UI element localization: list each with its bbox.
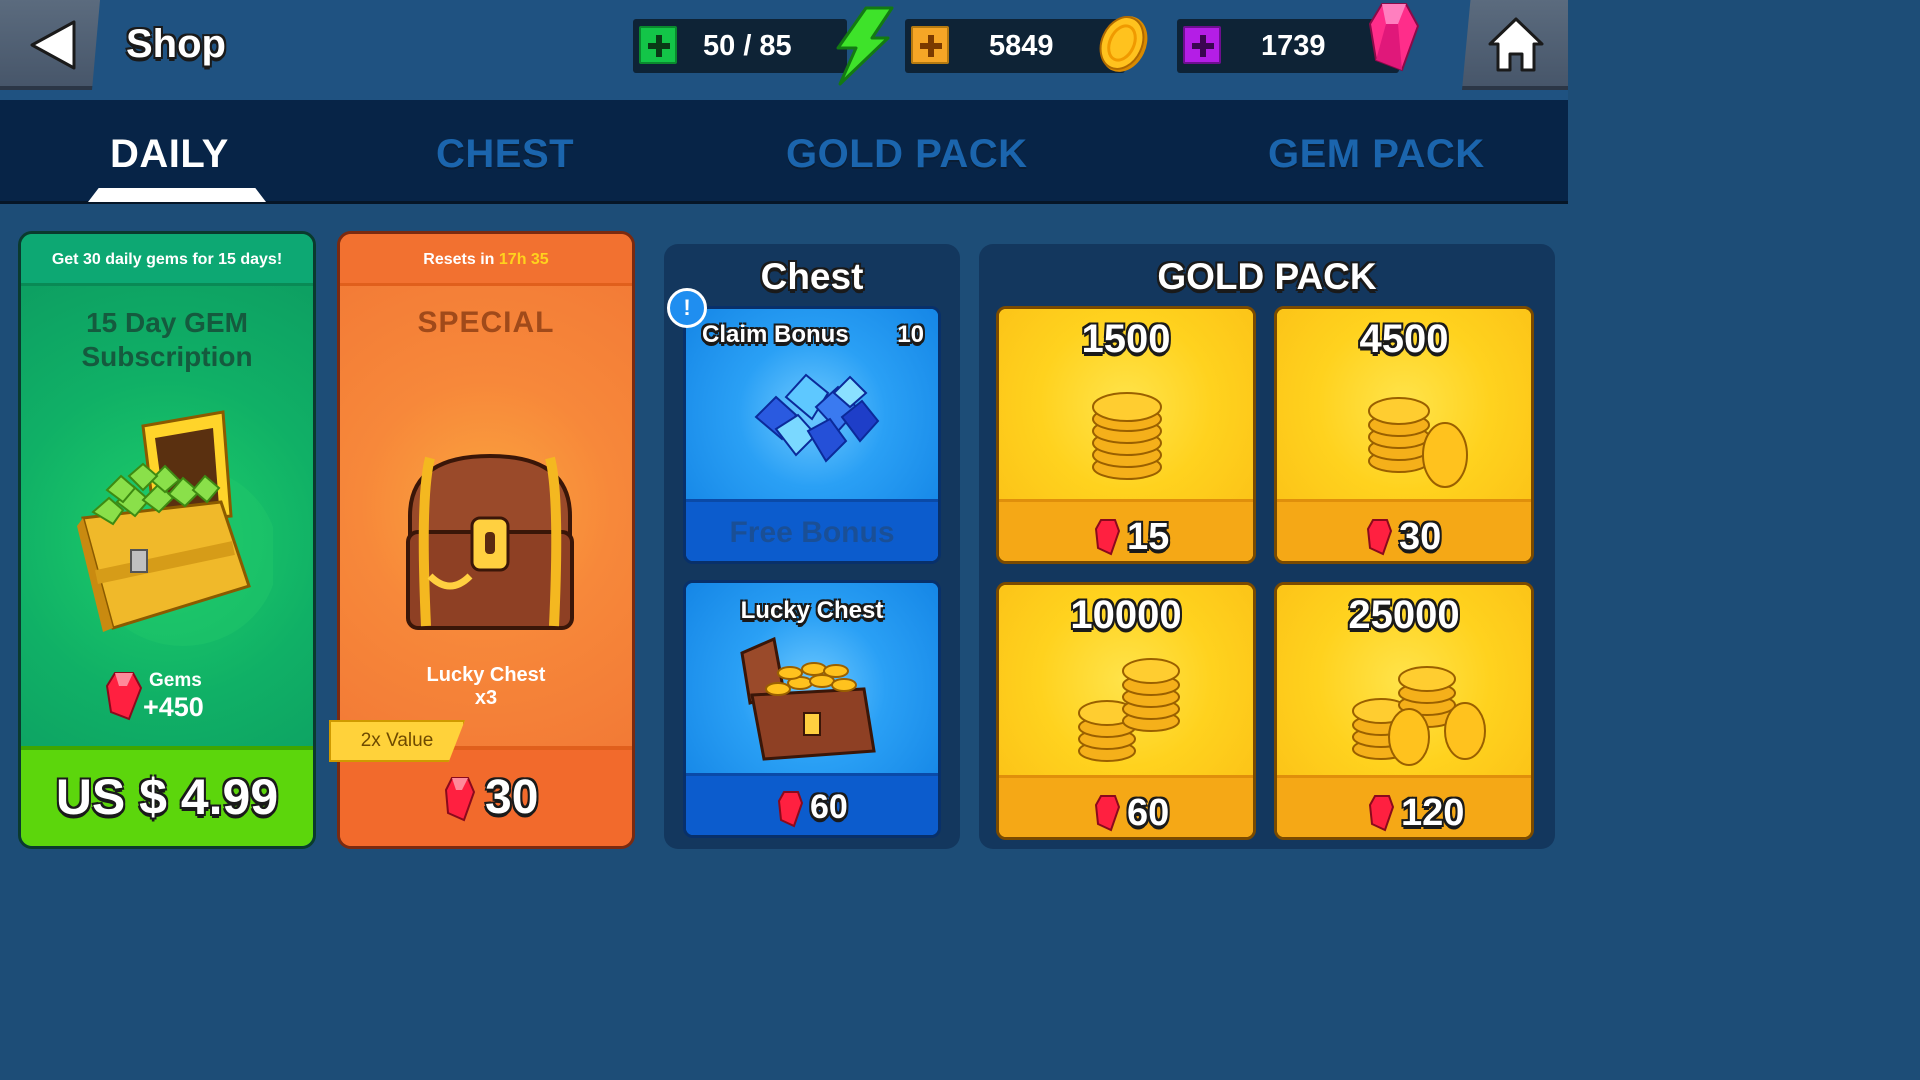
page-title: Shop bbox=[126, 22, 226, 66]
gem-chest-icon bbox=[77, 410, 273, 646]
home-icon bbox=[1488, 17, 1544, 72]
plus-icon bbox=[920, 35, 942, 57]
back-arrow-icon bbox=[30, 20, 76, 70]
value-tag: 2x Value bbox=[329, 720, 465, 762]
subscription-buy-button[interactable]: US $ 4.99 bbox=[21, 746, 313, 846]
coin-stack-icon bbox=[1368, 397, 1468, 488]
reward-amount: +450 bbox=[143, 692, 204, 722]
claim-bonus-label: Claim Bonus bbox=[702, 321, 849, 348]
free-bonus-label: Free Bonus bbox=[729, 516, 895, 549]
gold-pack-amount: 10000 bbox=[1070, 593, 1182, 637]
lucky-chest-price: 60 bbox=[810, 788, 848, 826]
gem-icon bbox=[1368, 3, 1420, 72]
gem-value: 1739 bbox=[1261, 30, 1326, 62]
chest-panel: Chest Claim Bonus 10 Free Bonus Lucky Ch… bbox=[664, 244, 960, 849]
add-gold-button[interactable] bbox=[911, 26, 949, 64]
coin-stack-icon bbox=[1092, 392, 1162, 480]
add-energy-button[interactable] bbox=[639, 26, 677, 64]
tab-bar: DAILY CHEST GOLD PACK GEM PACK bbox=[0, 100, 1568, 204]
special-item-name: Lucky Chest x3 bbox=[340, 664, 632, 710]
energy-value: 50 / 85 bbox=[703, 30, 792, 62]
plus-icon bbox=[648, 35, 670, 57]
gold-chest-icon bbox=[740, 636, 876, 761]
gem-icon bbox=[105, 672, 143, 721]
add-gem-button[interactable] bbox=[1183, 26, 1221, 64]
chest-panel-title: Chest bbox=[760, 256, 864, 297]
tab-daily[interactable]: DAILY bbox=[110, 132, 229, 177]
claim-bonus-card[interactable]: Claim Bonus 10 Free Bonus bbox=[683, 306, 941, 564]
gold-counter: 5849 bbox=[905, 19, 1125, 73]
gold-pack-buy-button[interactable]: 120 bbox=[1277, 775, 1531, 837]
lucky-chest-buy-button[interactable]: 60 bbox=[686, 773, 938, 835]
lucky-chest-body: Lucky Chest bbox=[686, 583, 938, 773]
active-tab-indicator bbox=[88, 188, 266, 202]
special-banner: Resets in 17h 35 bbox=[340, 234, 632, 286]
gold-pack-amount: 4500 bbox=[1359, 317, 1449, 361]
claim-bonus-count: 10 bbox=[897, 321, 924, 348]
subscription-title: 15 Day GEM Subscription bbox=[21, 306, 313, 374]
gold-pack-body: 10000 bbox=[999, 585, 1253, 775]
subscription-title-line1: 15 Day GEM bbox=[86, 307, 248, 338]
lightning-icon bbox=[836, 6, 894, 86]
subscription-price: US $ 4.99 bbox=[55, 769, 279, 825]
tab-chest[interactable]: CHEST bbox=[436, 132, 574, 177]
lucky-chest-label: Lucky Chest bbox=[740, 597, 884, 624]
subscription-title-line2: Subscription bbox=[81, 341, 253, 372]
back-button[interactable] bbox=[0, 0, 100, 90]
gold-pack-buy-button[interactable]: 30 bbox=[1277, 499, 1531, 561]
special-item-line2: x3 bbox=[474, 687, 498, 709]
gold-pack-25000[interactable]: 25000 120 bbox=[1274, 582, 1534, 840]
gold-pack-cost: 60 bbox=[1127, 792, 1170, 834]
special-title: SPECIAL bbox=[417, 306, 555, 339]
energy-counter: 50 / 85 bbox=[633, 19, 847, 73]
gold-pack-panel-title: GOLD PACK bbox=[1157, 256, 1377, 297]
gem-icon bbox=[1367, 519, 1393, 556]
gold-pack-body: 4500 bbox=[1277, 309, 1531, 499]
gold-pack-panel: GOLD PACK 1500 15 4500 30 10000 60 25000… bbox=[979, 244, 1555, 849]
gold-pack-buy-button[interactable]: 60 bbox=[999, 775, 1253, 837]
reset-timer: 17h 35 bbox=[498, 251, 549, 268]
treasure-chest-icon bbox=[406, 453, 574, 630]
gem-icon bbox=[1369, 795, 1395, 832]
gem-icon bbox=[1095, 795, 1121, 832]
gem-icon bbox=[778, 791, 804, 828]
gold-pack-10000[interactable]: 10000 60 bbox=[996, 582, 1256, 840]
coin-stack-icon bbox=[1078, 658, 1180, 762]
claim-bonus-body: Claim Bonus 10 bbox=[686, 309, 938, 499]
gold-pack-4500[interactable]: 4500 30 bbox=[1274, 306, 1534, 564]
subscription-banner: Get 30 daily gems for 15 days! bbox=[21, 234, 313, 286]
gem-icon bbox=[1095, 519, 1121, 556]
crystal-pile-icon bbox=[754, 373, 880, 463]
notification-badge: ! bbox=[667, 288, 707, 328]
tab-gold-pack[interactable]: GOLD PACK bbox=[786, 132, 1028, 177]
lucky-chest-card[interactable]: Lucky Chest 60 bbox=[683, 580, 941, 838]
reward-label: Gems bbox=[149, 670, 202, 691]
special-price: 30 bbox=[485, 771, 539, 824]
gold-pack-cost: 30 bbox=[1399, 516, 1442, 558]
top-bar: Shop 50 / 85 5849 1739 bbox=[0, 0, 1568, 100]
coin-icon bbox=[1099, 16, 1148, 72]
gold-value: 5849 bbox=[989, 30, 1054, 62]
coin-stack-icon bbox=[1352, 666, 1486, 766]
gem-counter: 1739 bbox=[1177, 19, 1399, 73]
gold-pack-cost: 15 bbox=[1127, 516, 1170, 558]
tab-gem-pack[interactable]: GEM PACK bbox=[1268, 132, 1485, 177]
gold-pack-body: 25000 bbox=[1277, 585, 1531, 775]
gold-pack-cost: 120 bbox=[1401, 792, 1465, 834]
gold-pack-body: 1500 bbox=[999, 309, 1253, 499]
gem-subscription-card[interactable]: Get 30 daily gems for 15 days! 15 Day GE… bbox=[18, 231, 316, 849]
special-body: SPECIAL Lucky Chest x3 bbox=[340, 286, 632, 746]
special-item-line1: Lucky Chest bbox=[426, 664, 546, 686]
gold-pack-amount: 1500 bbox=[1081, 317, 1171, 361]
gold-pack-buy-button[interactable]: 15 bbox=[999, 499, 1253, 561]
gem-icon bbox=[444, 777, 476, 822]
plus-icon bbox=[1192, 35, 1214, 57]
home-button[interactable] bbox=[1462, 0, 1568, 90]
subscription-body: 15 Day GEM Subscription Gems +450 bbox=[21, 286, 313, 746]
free-bonus-button[interactable]: Free Bonus bbox=[686, 499, 938, 561]
gold-pack-1500[interactable]: 1500 15 bbox=[996, 306, 1256, 564]
reset-label: Resets in bbox=[423, 251, 495, 268]
gold-pack-amount: 25000 bbox=[1348, 593, 1460, 637]
